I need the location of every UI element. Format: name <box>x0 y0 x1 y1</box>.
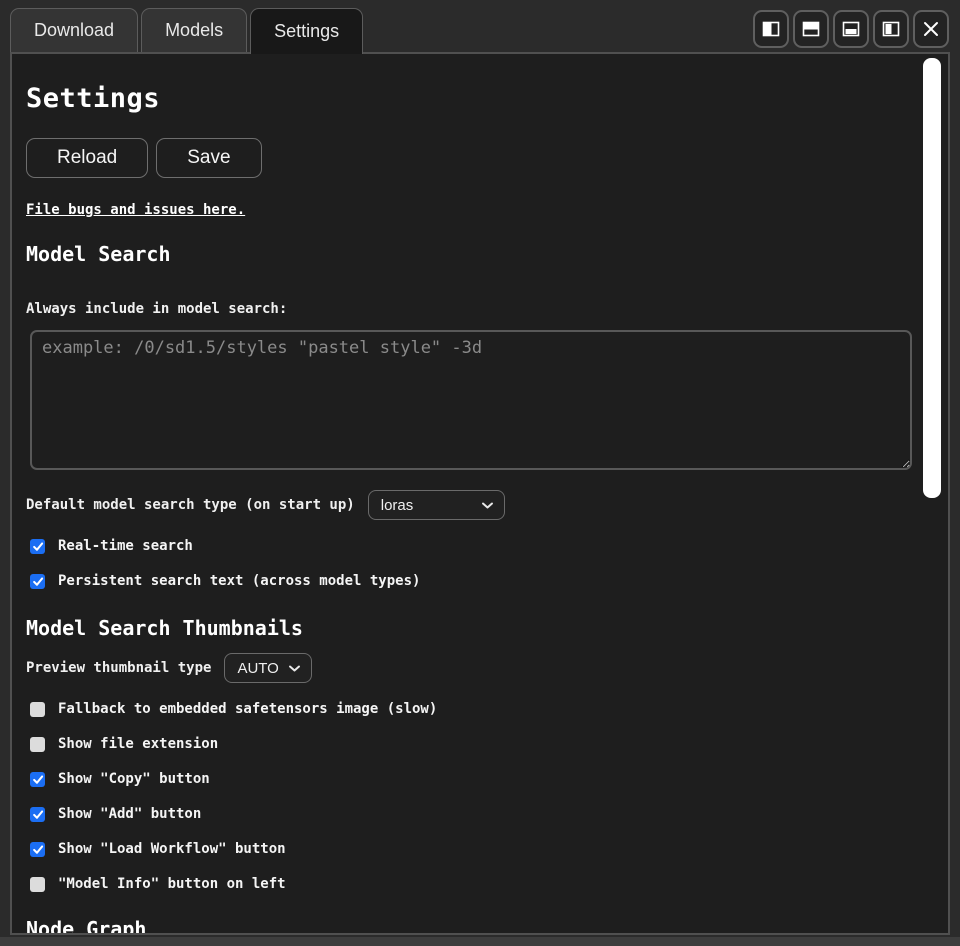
dock-left-button[interactable] <box>753 10 789 48</box>
model-info-left-row[interactable]: "Model Info" button on left <box>30 876 908 892</box>
dock-top-button[interactable] <box>793 10 829 48</box>
realtime-search-checkbox[interactable] <box>30 539 45 554</box>
preview-type-select[interactable]: AUTO <box>224 653 311 683</box>
close-icon <box>922 20 940 38</box>
checkbox-label: Show "Add" button <box>58 806 201 822</box>
always-include-textarea[interactable] <box>30 330 912 470</box>
checkbox-label: Real-time search <box>58 538 193 554</box>
settings-content: Settings Reload Save File bugs and issue… <box>12 54 948 933</box>
dock-bottom-icon <box>842 21 860 37</box>
tab-models[interactable]: Models <box>141 8 247 52</box>
default-type-row: Default model search type (on start up) … <box>26 490 908 520</box>
reload-button[interactable]: Reload <box>26 138 148 178</box>
page-title: Settings <box>26 82 908 116</box>
close-button[interactable] <box>913 10 949 48</box>
dock-right-button[interactable] <box>873 10 909 48</box>
show-copy-button-row[interactable]: Show "Copy" button <box>30 771 908 787</box>
fallback-safetensors-row[interactable]: Fallback to embedded safetensors image (… <box>30 701 908 717</box>
checkbox-label: Persistent search text (across model typ… <box>58 573 420 589</box>
vertical-scrollbar[interactable] <box>926 54 948 933</box>
dock-bottom-button[interactable] <box>833 10 869 48</box>
dock-top-icon <box>802 21 820 37</box>
checkbox-label: Show "Copy" button <box>58 771 210 787</box>
scrollbar-thumb[interactable] <box>923 58 941 498</box>
save-button[interactable]: Save <box>156 138 261 178</box>
thumbnails-heading: Model Search Thumbnails <box>26 615 908 641</box>
show-copy-button-checkbox[interactable] <box>30 772 45 787</box>
show-file-extension-row[interactable]: Show file extension <box>30 736 908 752</box>
checkbox-label: Fallback to embedded safetensors image (… <box>58 701 437 717</box>
node-graph-heading: Node Graph <box>26 916 908 933</box>
fallback-safetensors-checkbox[interactable] <box>30 702 45 717</box>
preview-type-row: Preview thumbnail type AUTO <box>26 653 908 683</box>
realtime-search-row[interactable]: Real-time search <box>30 538 908 554</box>
show-file-extension-checkbox[interactable] <box>30 737 45 752</box>
checkbox-label: Show "Load Workflow" button <box>58 841 286 857</box>
tab-settings[interactable]: Settings <box>250 8 363 54</box>
window-controls <box>753 10 949 48</box>
actions-row: Reload Save <box>26 138 908 178</box>
always-include-label: Always include in model search: <box>26 301 908 317</box>
file-bugs-link[interactable]: File bugs and issues here. <box>26 202 245 218</box>
persistent-search-checkbox[interactable] <box>30 574 45 589</box>
horizontal-scrollbar-track[interactable] <box>0 937 960 946</box>
show-add-button-row[interactable]: Show "Add" button <box>30 806 908 822</box>
show-load-workflow-checkbox[interactable] <box>30 842 45 857</box>
preview-type-label: Preview thumbnail type <box>26 660 211 676</box>
chevron-down-icon <box>288 660 301 677</box>
default-type-value: loras <box>381 497 414 514</box>
default-type-label: Default model search type (on start up) <box>26 497 355 513</box>
dock-right-icon <box>882 21 900 37</box>
preview-type-value: AUTO <box>237 660 278 677</box>
model-search-heading: Model Search <box>26 241 908 267</box>
model-info-left-checkbox[interactable] <box>30 877 45 892</box>
show-add-button-checkbox[interactable] <box>30 807 45 822</box>
default-type-select[interactable]: loras <box>368 490 505 520</box>
dock-left-icon <box>762 21 780 37</box>
settings-panel: Settings Reload Save File bugs and issue… <box>10 52 950 935</box>
tab-download[interactable]: Download <box>10 8 138 52</box>
checkbox-label: Show file extension <box>58 736 218 752</box>
show-load-workflow-row[interactable]: Show "Load Workflow" button <box>30 841 908 857</box>
chevron-down-icon <box>481 497 494 514</box>
persistent-search-row[interactable]: Persistent search text (across model typ… <box>30 573 908 589</box>
checkbox-label: "Model Info" button on left <box>58 876 286 892</box>
